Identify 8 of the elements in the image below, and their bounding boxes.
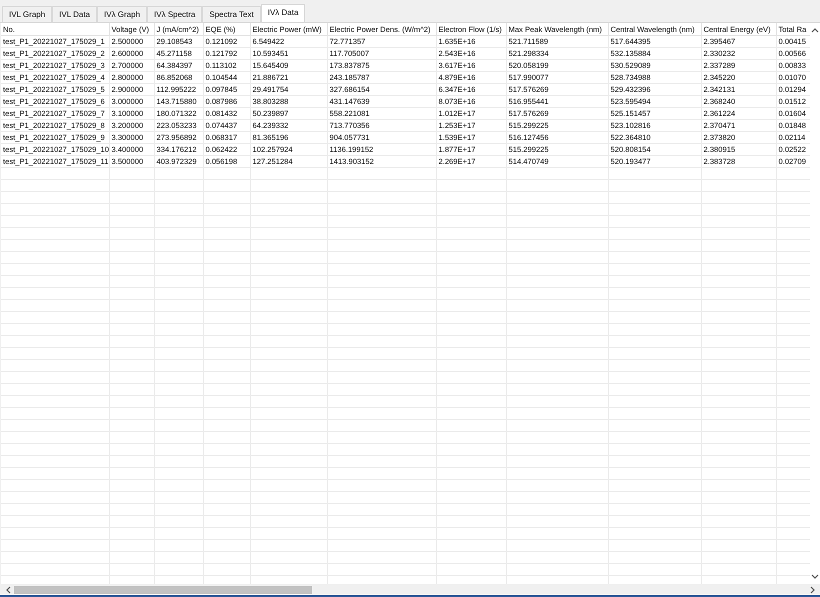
tab[interactable]: IVλ Data bbox=[260, 4, 306, 22]
tab[interactable]: IVλ Graph bbox=[97, 6, 148, 22]
tab[interactable]: Spectra Text bbox=[202, 6, 261, 22]
tab[interactable]: IVL Data bbox=[52, 6, 98, 22]
horizontal-scrollbar[interactable] bbox=[1, 584, 820, 595]
tab[interactable]: IVλ Spectra bbox=[147, 6, 202, 22]
scrollbar-thumb[interactable] bbox=[14, 586, 312, 594]
tab[interactable]: IVL Graph bbox=[2, 6, 52, 22]
